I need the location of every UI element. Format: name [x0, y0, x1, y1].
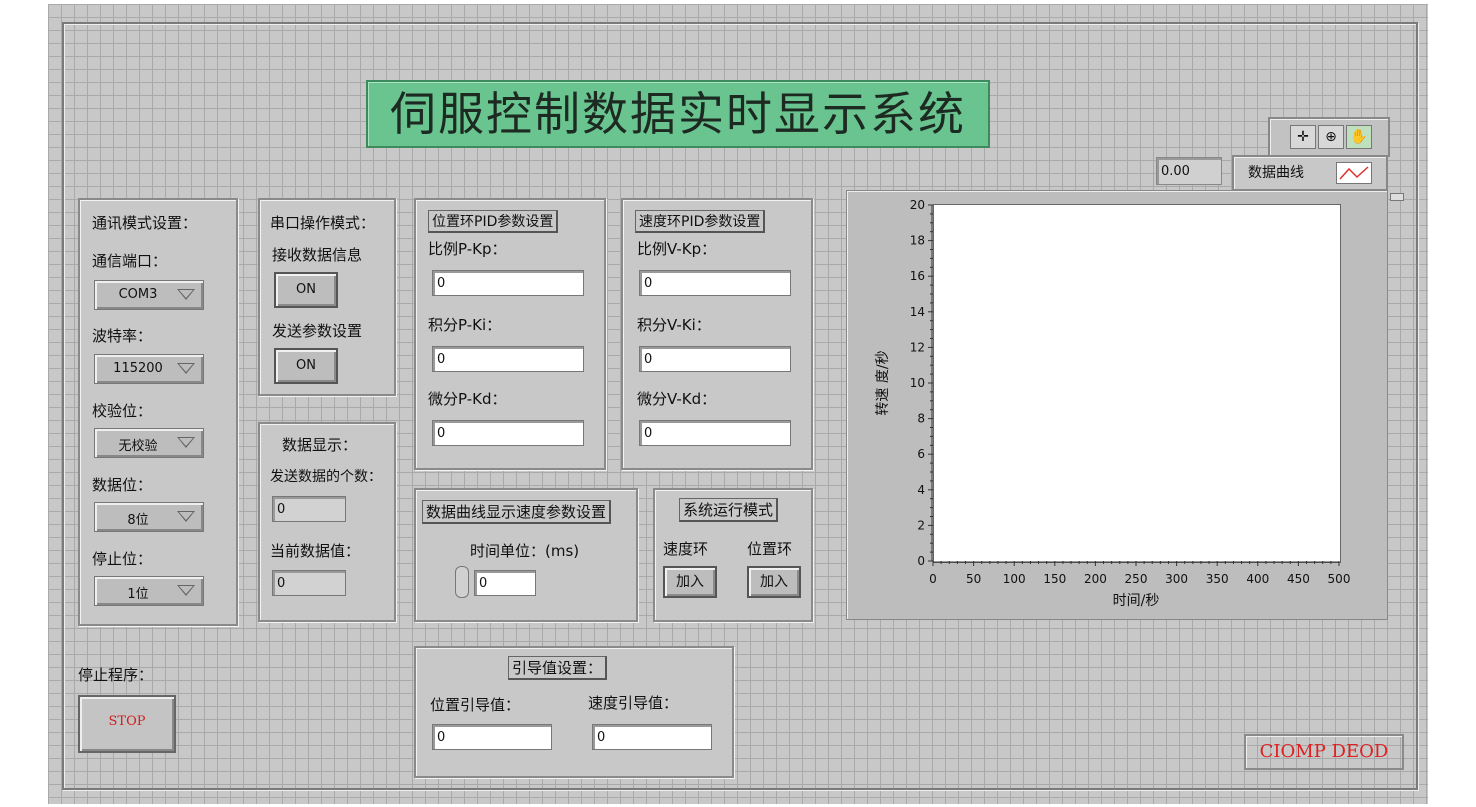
baud-label: 波特率：	[92, 327, 153, 345]
stopbits-dropdown[interactable]: 1位	[94, 576, 204, 606]
current-label: 当前数据值：	[270, 542, 361, 560]
count-label: 发送数据的个数：	[270, 469, 382, 485]
port-label: 通信端口：	[92, 252, 168, 270]
plot-legend[interactable]: 数据曲线	[1232, 155, 1388, 191]
databits-value: 8位	[127, 513, 149, 528]
count-display: 0	[272, 496, 346, 522]
curve-speed-panel: 数据曲线显示速度参数设置 时间单位：(ms) 0	[414, 488, 638, 622]
serial-heading: 串口操作模式：	[270, 214, 376, 232]
velocity-loop-add-button[interactable]: 加入	[663, 566, 717, 598]
chevron-down-icon	[177, 437, 195, 448]
vel-mode-label: 速度环	[663, 540, 709, 558]
stop-program-label: 停止程序：	[78, 666, 154, 684]
chevron-down-icon	[177, 511, 195, 522]
current-value-display: 0	[272, 570, 346, 596]
velocity-pid-panel: 速度环PID参数设置 比例V-Kp： 0 积分V-Ki： 0 微分V-Kd： 0	[621, 198, 813, 470]
run-mode-panel: 系统运行模式 速度环 位置环 加入 加入	[653, 488, 813, 622]
reference-heading: 引导值设置：	[508, 656, 608, 680]
send-toggle-button[interactable]: ON	[274, 348, 338, 384]
cursor-value-display: 0.00	[1156, 157, 1222, 185]
reference-value-panel: 引导值设置： 位置引导值： 速度引导值： 0 0	[414, 646, 734, 778]
pos-ref-label: 位置引导值：	[430, 696, 521, 714]
graph-scroll-handle[interactable]	[1390, 193, 1404, 201]
vel-ref-input[interactable]: 0	[592, 724, 712, 750]
position-loop-add-button[interactable]: 加入	[747, 566, 801, 598]
pos-kp-label: 比例P-Kp：	[428, 240, 507, 258]
position-pid-heading: 位置环PID参数设置	[428, 210, 559, 233]
pos-ki-label: 积分P-Ki：	[428, 316, 502, 334]
run-mode-heading: 系统运行模式	[679, 498, 779, 522]
graph-palette: ✛ ⊕ ✋	[1268, 117, 1390, 157]
plot-area[interactable]	[933, 204, 1341, 563]
receive-label: 接收数据信息	[272, 246, 363, 264]
time-unit-label: 时间单位：(ms)	[470, 542, 580, 560]
parity-value: 无校验	[118, 439, 158, 454]
vel-kd-label: 微分V-Kd：	[637, 390, 717, 408]
page-title: 伺服控制数据实时显示系统	[366, 80, 990, 148]
parity-dropdown[interactable]: 无校验	[94, 428, 204, 458]
pos-mode-label: 位置环	[747, 540, 793, 558]
pos-ki-input[interactable]: 0	[432, 346, 584, 372]
time-unit-input[interactable]: 0	[474, 570, 536, 596]
stop-button[interactable]: STOP	[78, 695, 176, 753]
vel-ki-label: 积分V-Ki：	[637, 316, 711, 334]
hand-pan-icon[interactable]: ✋	[1346, 125, 1372, 149]
stopbits-value: 1位	[127, 587, 149, 602]
chevron-down-icon	[177, 585, 195, 596]
zoom-icon[interactable]: ⊕	[1318, 125, 1344, 149]
databits-label: 数据位：	[92, 476, 153, 494]
vel-kp-label: 比例V-Kp：	[637, 240, 717, 258]
parity-label: 校验位：	[92, 402, 153, 420]
display-heading: 数据显示：	[282, 436, 358, 454]
crosshair-icon[interactable]: ✛	[1290, 125, 1316, 149]
pos-kd-input[interactable]: 0	[432, 420, 584, 446]
brand-label: CIOMP DEOD	[1244, 734, 1404, 770]
receive-toggle-button[interactable]: ON	[274, 272, 338, 308]
comm-settings-panel: 通讯模式设置： 通信端口： COM3 波特率： 115200 校验位： 无校验 …	[78, 198, 238, 626]
position-pid-panel: 位置环PID参数设置 比例P-Kp： 0 积分P-Ki： 0 微分P-Kd： 0	[414, 198, 606, 470]
port-dropdown[interactable]: COM3	[94, 280, 204, 310]
comm-heading: 通讯模式设置：	[92, 214, 198, 232]
vel-kd-input[interactable]: 0	[639, 420, 791, 446]
databits-dropdown[interactable]: 8位	[94, 502, 204, 532]
pos-kp-input[interactable]: 0	[432, 270, 584, 296]
baud-value: 115200	[113, 361, 163, 376]
port-value: COM3	[118, 287, 158, 302]
send-label: 发送参数设置	[272, 322, 363, 340]
velocity-pid-heading: 速度环PID参数设置	[635, 210, 766, 233]
stopbits-label: 停止位：	[92, 550, 153, 568]
data-display-panel: 数据显示： 发送数据的个数： 0 当前数据值： 0	[258, 422, 396, 622]
curve-speed-heading: 数据曲线显示速度参数设置	[422, 500, 612, 524]
baud-dropdown[interactable]: 115200	[94, 354, 204, 384]
chevron-down-icon	[177, 363, 195, 374]
pos-kd-label: 微分P-Kd：	[428, 390, 507, 408]
pos-ref-input[interactable]: 0	[432, 724, 552, 750]
vel-kp-input[interactable]: 0	[639, 270, 791, 296]
vel-ref-label: 速度引导值：	[588, 694, 679, 712]
time-unit-spinner[interactable]	[455, 566, 469, 598]
legend-label: 数据曲线	[1248, 165, 1304, 181]
vel-ki-input[interactable]: 0	[639, 346, 791, 372]
legend-line-swatch	[1336, 162, 1372, 184]
chevron-down-icon	[177, 289, 195, 300]
serial-mode-panel: 串口操作模式： 接收数据信息 ON 发送参数设置 ON	[258, 198, 396, 396]
